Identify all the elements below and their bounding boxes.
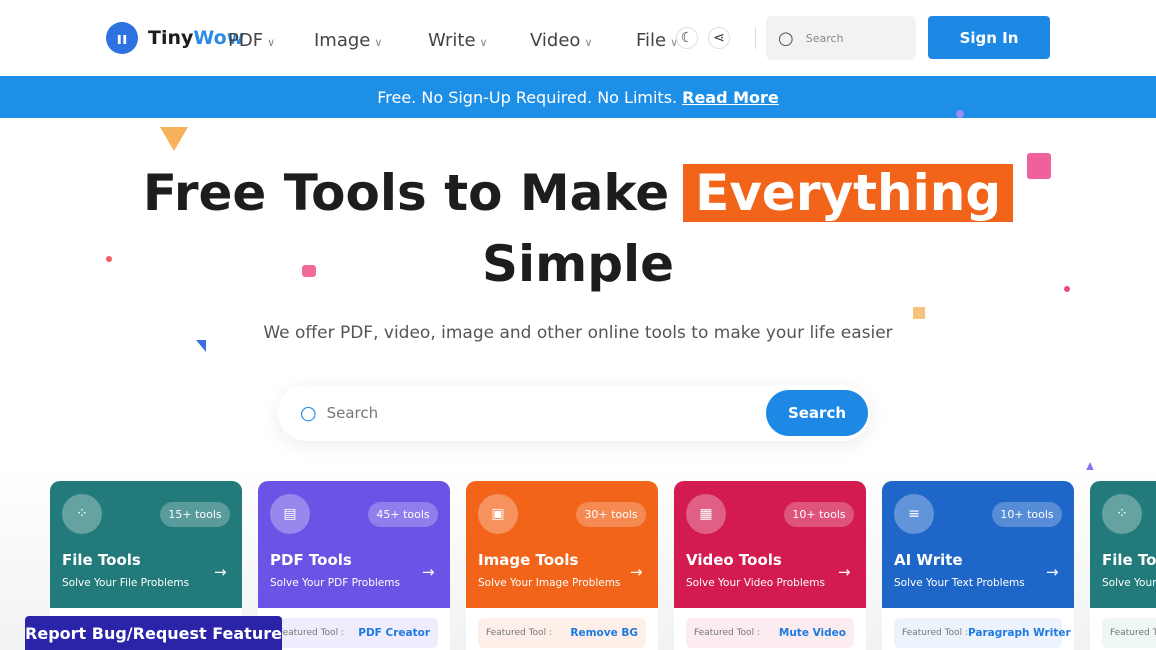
nav-label: Video [530,30,581,51]
card-title: File Tools [62,551,141,569]
nav-file[interactable]: File ∨ [636,30,678,51]
tool-card[interactable]: ⁘ 15+ tools File Tools Solve Your File P… [1090,481,1156,650]
chevron-down-icon: ∨ [584,36,593,49]
nav-write[interactable]: Write ∨ [428,30,488,51]
logo[interactable]: ıı TinyWow [106,22,244,54]
card-title: Video Tools [686,551,782,569]
card-subtitle: Solve Your Image Problems [478,577,621,589]
card-header: ⁘ 15+ tools File Tools Solve Your File P… [50,481,242,608]
tool-count-badge: 10+ tools [784,502,854,527]
tool-count-badge: 45+ tools [368,502,438,527]
card-title: Image Tools [478,551,579,569]
card-title: PDF Tools [270,551,352,569]
card-header: ≡ 10+ tools AI Write Solve Your Text Pro… [882,481,1074,608]
search-icon: ○ [300,402,317,424]
featured-tool[interactable]: Featured Tool : Remove BG [478,618,646,648]
search-icon: ○ [778,27,794,49]
hero-subtitle: We offer PDF, video, image and other onl… [263,323,893,343]
card-subtitle: Solve Your Video Problems [686,577,825,589]
featured-tool[interactable]: Featured Tool : Paragraph Writer [894,618,1071,648]
search-placeholder: Search [805,31,844,45]
hero-title-line2: Simple [481,235,675,293]
card-header: ▤ 45+ tools PDF Tools Solve Your PDF Pro… [258,481,450,608]
title-text: Free Tools to Make [142,164,670,222]
sign-in-button[interactable]: Sign In [928,16,1050,59]
read-more-link[interactable]: Read More [682,88,779,107]
card-subtitle: Solve Your Text Problems [894,577,1025,589]
featured-tool[interactable]: Featured Tool : [1102,618,1156,648]
report-bug-button[interactable]: Report Bug/Request Feature [25,616,282,650]
nav-image[interactable]: Image ∨ [314,30,382,51]
arrow-right-icon[interactable]: → [1046,563,1059,581]
featured-tool-link[interactable]: Paragraph Writer [968,627,1071,639]
featured-tool-link[interactable]: Mute Video [779,627,846,639]
logo-prefix: Tiny [148,27,194,49]
featured-label: Featured Tool : [278,628,344,638]
featured-tool-link[interactable]: PDF Creator [358,627,430,639]
featured-label: Featured Tool : [694,628,760,638]
nav-label: File [636,30,667,51]
card-subtitle: Solve Your File Problems [62,577,190,589]
header-search-input[interactable]: ○ Search [766,16,916,60]
video-icon: ▦ [686,494,726,534]
chevron-down-icon: ∨ [267,36,276,49]
decor-shape [160,127,188,151]
featured-tool-link[interactable]: Remove BG [570,627,638,639]
logo-icon: ıı [106,22,138,54]
decor-shape [913,307,925,319]
nav-label: Write [428,30,476,51]
arrow-right-icon[interactable]: → [422,563,435,581]
tool-count-badge: 30+ tools [576,502,646,527]
nav-label: Image [314,30,371,51]
image-icon: ▣ [478,494,518,534]
nav-pdf[interactable]: PDF ∨ [228,30,275,51]
arrow-right-icon[interactable]: → [214,563,227,581]
nav-video[interactable]: Video ∨ [530,30,593,51]
tool-count-badge: 10+ tools [992,502,1062,527]
header: ıı TinyWow PDF ∨ Image ∨ Write ∨ Video ∨ Fil… [0,0,1156,76]
arrow-right-icon[interactable]: → [630,563,643,581]
featured-tool[interactable]: Featured Tool : PDF Creator [270,618,438,648]
banner-text: Free. No Sign-Up Required. No Limits. [377,87,678,107]
tool-card[interactable]: ▦ 10+ tools Video Tools Solve Your Video… [674,481,866,650]
title-highlight: Everything [683,164,1014,222]
divider [755,27,756,49]
card-header: ▣ 30+ tools Image Tools Solve Your Image… [466,481,658,608]
search-placeholder: Search [326,404,379,422]
card-title: AI Write [894,551,963,569]
file-convert-icon: ⁘ [1102,494,1142,534]
main-search-input[interactable]: ○ Search Search [278,385,870,441]
tool-card[interactable]: ▤ 45+ tools PDF Tools Solve Your PDF Pro… [258,481,450,650]
arrow-right-icon[interactable]: → [838,563,851,581]
hero-title: Free Tools to Make Everything [0,164,1156,222]
file-convert-icon: ⁘ [62,494,102,534]
featured-label: Featured Tool : [486,628,552,638]
tool-count-badge: 15+ tools [160,502,230,527]
card-subtitle: Solve Your PDF Problems [270,577,400,589]
tool-card[interactable]: ≡ 10+ tools AI Write Solve Your Text Pro… [882,481,1074,650]
share-icon[interactable]: ⋖ [708,27,730,49]
featured-label: Featured Tool : [902,628,968,638]
featured-label: Featured Tool : [1110,628,1156,638]
nav-label: PDF [228,30,264,51]
document-icon: ≡ [894,494,934,534]
pdf-icon: ▤ [270,494,310,534]
chevron-down-icon: ∨ [479,36,488,49]
card-header: ▦ 10+ tools Video Tools Solve Your Video… [674,481,866,608]
dark-mode-moon-icon[interactable]: ☾ [676,27,698,49]
card-title: File Tools [1102,551,1156,569]
featured-tool[interactable]: Featured Tool : Mute Video [686,618,854,648]
search-button[interactable]: Search [766,390,868,436]
promo-banner: Free. No Sign-Up Required. No Limits. Rea… [0,76,1156,118]
chevron-down-icon: ∨ [374,36,383,49]
decor-dot [956,110,964,118]
card-subtitle: Solve Your File Problems [1102,577,1156,589]
card-header: ⁘ 15+ tools File Tools Solve Your File P… [1090,481,1156,608]
tool-card[interactable]: ▣ 30+ tools Image Tools Solve Your Image… [466,481,658,650]
